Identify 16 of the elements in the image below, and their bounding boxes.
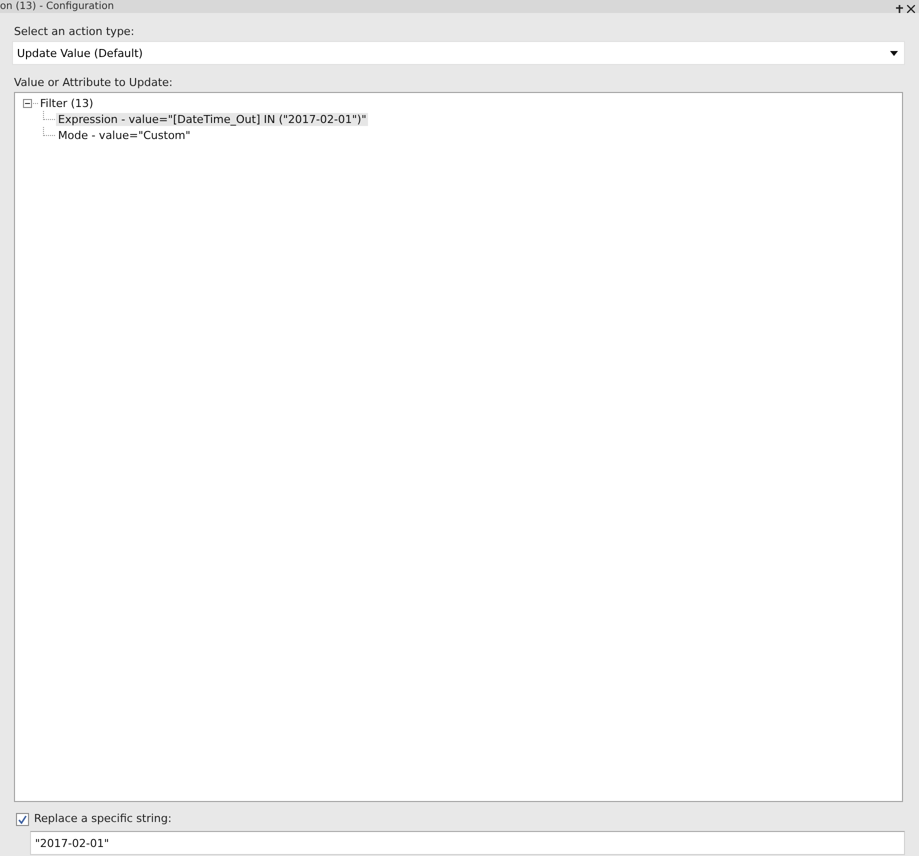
tree-item[interactable]: Mode - value="Custom" xyxy=(56,128,192,142)
pin-icon[interactable] xyxy=(895,5,904,13)
field-label: Select an action type: xyxy=(14,25,136,39)
tree-item[interactable]: Filter (13) xyxy=(38,96,96,110)
tree-connector xyxy=(43,111,55,120)
close-icon[interactable] xyxy=(907,5,915,13)
checkbox[interactable] xyxy=(16,812,29,826)
tree-connector xyxy=(43,127,55,136)
field-label: Value or Attribute to Update: xyxy=(14,76,174,90)
tree-item[interactable]: Expression - value="[DateTime_Out] IN ("2017-02-01")" xyxy=(56,112,368,126)
window-title: on (13) - Configuration xyxy=(0,1,114,13)
action-type-dropdown[interactable]: Update Value (Default) xyxy=(12,41,905,65)
collapse-icon[interactable] xyxy=(23,98,32,108)
input-field[interactable]: "2017-02-01" xyxy=(30,831,905,855)
checkbox-label: Replace a specific string: xyxy=(34,812,172,826)
dropdown-arrow-icon xyxy=(890,50,898,56)
